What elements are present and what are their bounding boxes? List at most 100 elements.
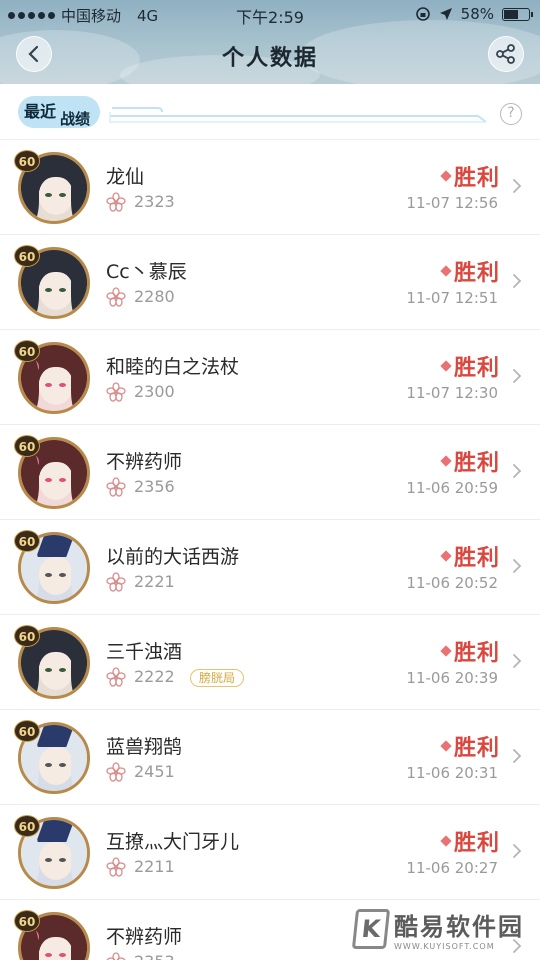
level-badge: 60 bbox=[14, 150, 40, 172]
score-value: 2353 bbox=[134, 952, 175, 960]
tab-recent-record[interactable]: 最近 战绩 bbox=[18, 96, 100, 128]
chevron-right-icon bbox=[513, 654, 522, 668]
result-mark-icon bbox=[440, 740, 452, 752]
result-mark-icon bbox=[440, 170, 452, 182]
result-text: 胜利 bbox=[453, 546, 500, 571]
player-name: 不辨药师 bbox=[106, 451, 183, 473]
match-result: 胜利 bbox=[440, 825, 500, 857]
match-time: 11-06 20:31 bbox=[406, 764, 498, 782]
share-icon bbox=[496, 44, 515, 64]
sakura-score-icon bbox=[106, 477, 126, 497]
share-button[interactable] bbox=[488, 36, 524, 72]
sakura-score-icon bbox=[106, 572, 126, 592]
watermark-text: 酷易软件园 bbox=[394, 913, 524, 941]
battery-percent: 58% bbox=[460, 5, 494, 23]
score-value: 2211 bbox=[134, 857, 175, 876]
player-name: 和睦的白之法杖 bbox=[106, 356, 240, 378]
match-result: 胜利 bbox=[440, 255, 500, 287]
result-text: 胜利 bbox=[453, 641, 500, 666]
sakura-score-icon bbox=[106, 382, 126, 402]
header-bar: 中国移动 4G 下午2:59 58% 个人数据 bbox=[0, 0, 540, 84]
player-name: 三千浊酒 bbox=[106, 641, 183, 663]
match-time: 11-07 12:51 bbox=[406, 289, 498, 307]
chevron-right-icon bbox=[513, 274, 522, 288]
sakura-score-icon bbox=[106, 287, 126, 307]
score-value: 2323 bbox=[134, 192, 175, 211]
match-row[interactable]: 60 三千浊酒 2222 膀胱局 胜利 11-06 20:39 bbox=[0, 615, 540, 710]
match-list: 60 龙仙 2323 胜利 11-07 12:56 60 Cc丶慕辰 2280 … bbox=[0, 140, 540, 960]
score-value: 2300 bbox=[134, 382, 175, 401]
match-result: 胜利 bbox=[440, 160, 500, 192]
level-badge: 60 bbox=[14, 245, 40, 267]
match-row[interactable]: 60 蓝兽翔鹄 2451 胜利 11-06 20:31 bbox=[0, 710, 540, 805]
rotation-lock-icon bbox=[415, 7, 430, 21]
result-mark-icon bbox=[440, 360, 452, 372]
sakura-score-icon bbox=[106, 857, 126, 877]
match-result: 胜利 bbox=[440, 635, 500, 667]
tab-recent-label-2: 战绩 bbox=[60, 110, 91, 128]
result-text: 胜利 bbox=[453, 166, 500, 191]
watermark: K 酷易软件园 WWW.KUYISOFT.COM bbox=[351, 904, 532, 954]
status-bar: 中国移动 4G 下午2:59 58% bbox=[0, 0, 540, 28]
player-name: 以前的大话西游 bbox=[106, 546, 240, 568]
result-text: 胜利 bbox=[453, 736, 500, 761]
result-mark-icon bbox=[440, 645, 452, 657]
level-badge: 60 bbox=[14, 530, 40, 552]
watermark-subtext: WWW.KUYISOFT.COM bbox=[394, 942, 495, 951]
level-badge: 60 bbox=[14, 815, 40, 837]
match-result: 胜利 bbox=[440, 540, 500, 572]
tab-bar: 最近 战绩 ? bbox=[0, 84, 540, 140]
result-text: 胜利 bbox=[453, 356, 500, 381]
match-result: 胜利 bbox=[440, 350, 500, 382]
level-badge: 60 bbox=[14, 340, 40, 362]
result-mark-icon bbox=[440, 550, 452, 562]
watermark-logo: K bbox=[351, 909, 391, 949]
match-time: 11-06 20:39 bbox=[406, 669, 498, 687]
score-value: 2356 bbox=[134, 477, 175, 496]
level-badge: 60 bbox=[14, 625, 40, 647]
player-name: 蓝兽翔鹄 bbox=[106, 736, 183, 758]
result-mark-icon bbox=[440, 265, 452, 277]
player-name: 互撩灬大门牙儿 bbox=[106, 831, 240, 853]
location-icon bbox=[439, 8, 452, 20]
chevron-right-icon bbox=[513, 369, 522, 383]
result-mark-icon bbox=[440, 455, 452, 467]
level-badge: 60 bbox=[14, 720, 40, 742]
match-row[interactable]: 60 龙仙 2323 胜利 11-07 12:56 bbox=[0, 140, 540, 235]
result-text: 胜利 bbox=[453, 451, 500, 476]
match-row[interactable]: 60 和睦的白之法杖 2300 胜利 11-07 12:30 bbox=[0, 330, 540, 425]
tab-recent-label-1: 最近 bbox=[24, 102, 57, 121]
result-text: 胜利 bbox=[453, 261, 500, 286]
chevron-right-icon bbox=[513, 464, 522, 478]
sakura-score-icon bbox=[106, 667, 126, 687]
chevron-right-icon bbox=[513, 749, 522, 763]
battery-icon bbox=[502, 7, 533, 21]
score-value: 2280 bbox=[134, 287, 175, 306]
result-text: 胜利 bbox=[453, 831, 500, 856]
score-value: 2221 bbox=[134, 572, 175, 591]
result-mark-icon bbox=[440, 835, 452, 847]
score-value: 2222 bbox=[134, 667, 175, 686]
level-badge: 60 bbox=[14, 435, 40, 457]
match-result: 胜利 bbox=[440, 445, 500, 477]
match-tag: 膀胱局 bbox=[190, 669, 245, 687]
sakura-score-icon bbox=[106, 952, 126, 960]
sakura-score-icon bbox=[106, 762, 126, 782]
match-row[interactable]: 60 Cc丶慕辰 2280 胜利 11-07 12:51 bbox=[0, 235, 540, 330]
help-button[interactable]: ? bbox=[500, 103, 522, 125]
match-time: 11-07 12:30 bbox=[406, 384, 498, 402]
chevron-right-icon bbox=[513, 559, 522, 573]
match-result: 胜利 bbox=[440, 730, 500, 762]
score-value: 2451 bbox=[134, 762, 175, 781]
level-badge: 60 bbox=[14, 910, 40, 932]
match-time: 11-07 12:56 bbox=[406, 194, 498, 212]
match-row[interactable]: 60 互撩灬大门牙儿 2211 胜利 11-06 20:27 bbox=[0, 805, 540, 900]
player-name: 龙仙 bbox=[106, 166, 145, 188]
match-time: 11-06 20:52 bbox=[406, 574, 498, 592]
match-row[interactable]: 60 不辨药师 2356 胜利 11-06 20:59 bbox=[0, 425, 540, 520]
match-row[interactable]: 60 以前的大话西游 2221 胜利 11-06 20:52 bbox=[0, 520, 540, 615]
chevron-right-icon bbox=[513, 844, 522, 858]
match-time: 11-06 20:27 bbox=[406, 859, 498, 877]
player-name: 不辨药师 bbox=[106, 926, 183, 948]
tab-underline-decoration bbox=[109, 107, 487, 123]
